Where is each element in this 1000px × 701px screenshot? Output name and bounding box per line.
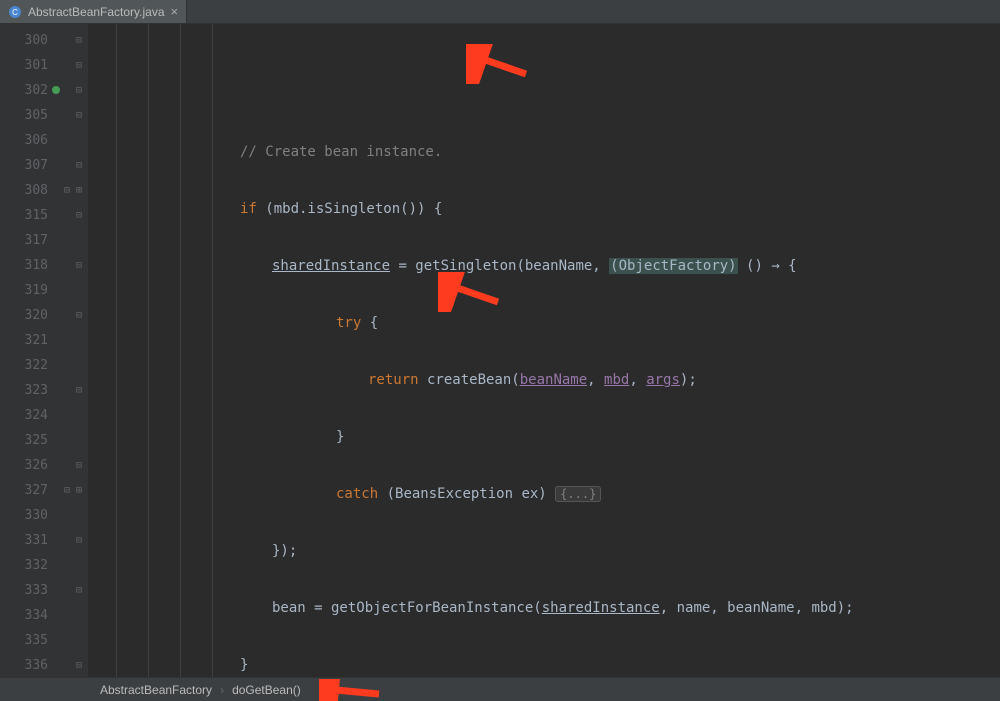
code-text: sharedInstance: [272, 258, 390, 274]
fold-icon[interactable]: ⊟: [76, 53, 82, 78]
code-text: (mbd.isSingleton()) {: [257, 201, 442, 217]
annotation-arrow-icon: [466, 44, 536, 84]
code-text: mbd: [604, 372, 629, 388]
line-number: 333⊟: [0, 578, 88, 603]
svg-text:C: C: [12, 8, 18, 17]
code-text: beanName: [520, 372, 587, 388]
line-number: 324: [0, 403, 88, 428]
line-number: 302⊟: [0, 78, 88, 103]
fold-icon[interactable]: ⊟: [76, 203, 82, 228]
line-number: 308⊟⊞: [0, 178, 88, 203]
line-number: 306: [0, 128, 88, 153]
breadcrumb-method[interactable]: doGetBean(): [232, 683, 301, 697]
chevron-right-icon: ›: [220, 683, 224, 697]
fold-icon[interactable]: ⊟: [64, 178, 70, 203]
fold-icon[interactable]: ⊞: [76, 178, 82, 203]
line-number: 305⊟: [0, 103, 88, 128]
line-number: 321: [0, 328, 88, 353]
line-number: 317: [0, 228, 88, 253]
fold-icon[interactable]: ⊟: [76, 653, 82, 677]
fold-icon[interactable]: ⊟: [64, 478, 70, 503]
fold-icon[interactable]: ⊟: [76, 78, 82, 103]
fold-icon[interactable]: ⊟: [76, 528, 82, 553]
fold-icon[interactable]: ⊟: [76, 103, 82, 128]
annotation-arrow-icon: [319, 679, 389, 701]
code-text: sharedInstance: [542, 600, 660, 616]
line-number: 330: [0, 503, 88, 528]
line-number: 307⊟: [0, 153, 88, 178]
line-number: 319: [0, 278, 88, 303]
line-number: 327⊟⊞: [0, 478, 88, 503]
line-number: 331⊟: [0, 528, 88, 553]
line-number: 315⊟: [0, 203, 88, 228]
folded-block[interactable]: {...}: [555, 486, 601, 502]
line-number: 334: [0, 603, 88, 628]
fold-icon[interactable]: ⊞: [76, 478, 82, 503]
fold-icon[interactable]: ⊟: [76, 578, 82, 603]
java-file-icon: C: [8, 5, 22, 19]
line-number: 335: [0, 628, 88, 653]
breadcrumb-class[interactable]: AbstractBeanFactory: [100, 683, 212, 697]
breadcrumb-bar[interactable]: AbstractBeanFactory › doGetBean(): [0, 677, 1000, 701]
code-text: // Create bean instance.: [100, 144, 442, 160]
code-text: args: [646, 372, 680, 388]
code-area[interactable]: // Create bean instance. if (mbd.isSingl…: [88, 24, 1000, 677]
fold-icon[interactable]: ⊟: [76, 453, 82, 478]
fold-icon[interactable]: ⊟: [76, 253, 82, 278]
code-text: bean = getObjectForBeanInstance(: [272, 600, 542, 616]
code-text: (ObjectFactory): [609, 258, 737, 274]
fold-icon[interactable]: ⊟: [76, 303, 82, 328]
code-text: () → {: [738, 258, 797, 274]
code-text: if: [240, 201, 257, 217]
code-text: (BeansException ex): [378, 486, 555, 502]
line-number: 323⊟: [0, 378, 88, 403]
code-text: = getSingleton(beanName,: [390, 258, 609, 274]
line-number: 320⊟: [0, 303, 88, 328]
bookmark-icon[interactable]: [52, 86, 60, 94]
code-text: }: [240, 657, 248, 673]
code-text: );: [680, 372, 697, 388]
close-icon[interactable]: ×: [171, 4, 179, 19]
line-number: 322: [0, 353, 88, 378]
code-text: try: [336, 315, 361, 331]
line-gutter: 300⊟ 301⊟ 302⊟ 305⊟ 306 307⊟ 308⊟⊞ 315⊟ …: [0, 24, 88, 677]
tab-filename: AbstractBeanFactory.java: [28, 5, 165, 19]
tab-bar: C AbstractBeanFactory.java ×: [0, 0, 1000, 24]
code-text: , name, beanName, mbd);: [660, 600, 854, 616]
code-text: return: [368, 372, 419, 388]
code-text: });: [272, 543, 297, 559]
code-text: {: [361, 315, 378, 331]
code-editor[interactable]: 300⊟ 301⊟ 302⊟ 305⊟ 306 307⊟ 308⊟⊞ 315⊟ …: [0, 24, 1000, 677]
code-text: catch: [336, 486, 378, 502]
line-number: 326⊟: [0, 453, 88, 478]
line-number: 325: [0, 428, 88, 453]
code-text: }: [336, 429, 344, 445]
fold-icon[interactable]: ⊟: [76, 153, 82, 178]
line-number: 332: [0, 553, 88, 578]
code-text: createBean(: [419, 372, 520, 388]
line-number: 301⊟: [0, 53, 88, 78]
fold-icon[interactable]: ⊟: [76, 378, 82, 403]
line-number: 336⊟: [0, 653, 88, 677]
fold-icon[interactable]: ⊟: [76, 28, 82, 53]
line-number: 318⊟: [0, 253, 88, 278]
file-tab[interactable]: C AbstractBeanFactory.java ×: [0, 0, 187, 23]
line-number: 300⊟: [0, 28, 88, 53]
